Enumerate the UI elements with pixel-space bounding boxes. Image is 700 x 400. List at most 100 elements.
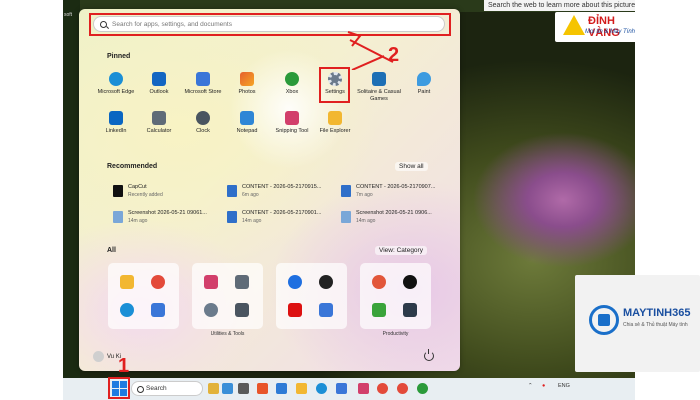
- item-title: CONTENT - 2026-05-2170907...: [356, 184, 436, 190]
- item-title: CONTENT - 2026-05-2170915...: [242, 184, 322, 190]
- app-label: Photos: [238, 89, 256, 95]
- apps-icon: [403, 303, 417, 317]
- recommended-item[interactable]: CONTENT - 2026-05-2170901... 14m ago: [227, 209, 337, 229]
- pinned-app-file-explorer[interactable]: File Explorer: [312, 111, 358, 135]
- logo-tagline: Mọi tin & Máy Tính: [585, 29, 636, 35]
- folder-label: Productivity: [382, 331, 409, 337]
- notepad-icon: [240, 111, 254, 125]
- recommended-item[interactable]: CapCut Recently added: [113, 183, 223, 203]
- app-label: Clock: [196, 128, 210, 134]
- app-label: Paint: [417, 89, 431, 95]
- start-menu: Search for apps, settings, and documents…: [79, 9, 460, 371]
- tray-chevron-icon[interactable]: ⌃: [528, 383, 533, 389]
- pinned-app-clock[interactable]: Clock: [180, 111, 226, 135]
- tiktok-icon: [403, 275, 417, 289]
- item-title: Screenshot 2026-05-21 0906...: [356, 210, 432, 216]
- item-title: Screenshot 2026-05-21 09061...: [128, 210, 207, 216]
- outlook-icon: [152, 72, 166, 86]
- item-subtitle: 14m ago: [242, 218, 262, 224]
- pinned-heading: Pinned: [107, 53, 131, 60]
- apps-icon: [235, 303, 249, 317]
- app-category-folder[interactable]: [276, 263, 347, 329]
- pinned-app-photos[interactable]: Photos: [224, 72, 270, 96]
- pdf-icon: [288, 303, 302, 317]
- calculator-icon: [152, 111, 166, 125]
- logo-tagline: Chia sẻ & Thủ thuật Máy tính: [623, 322, 688, 328]
- item-subtitle: Recently added: [128, 192, 163, 198]
- clock-icon: [196, 111, 210, 125]
- item-subtitle: 6m ago: [242, 192, 259, 198]
- taskbar-app-icon[interactable]: [222, 383, 233, 394]
- media-icon: [372, 275, 386, 289]
- taskbar-chrome-icon[interactable]: [377, 383, 388, 394]
- pinned-app-store[interactable]: Microsoft Store: [180, 72, 226, 96]
- app-label: Outlook: [149, 89, 169, 95]
- app-label: Xbox: [285, 89, 299, 95]
- avatar[interactable]: [93, 351, 104, 362]
- power-icon[interactable]: [424, 349, 434, 361]
- edge-icon: [109, 72, 123, 86]
- maytinh365-logo: MAYTINH365 Chia sẻ & Thủ thuật Máy tính: [575, 275, 700, 372]
- app-category-folder[interactable]: Productivity: [360, 263, 431, 337]
- pinned-app-solitaire[interactable]: Solitaire & Casual Games: [356, 72, 402, 103]
- pinned-app-snipping[interactable]: Snipping Tool: [269, 111, 315, 135]
- taskbar-search[interactable]: Search: [131, 381, 203, 396]
- gear-icon: [204, 303, 218, 317]
- taskbar-app-icon[interactable]: [417, 383, 428, 394]
- recommended-item[interactable]: CONTENT - 2026-05-2170915... 6m ago: [227, 183, 337, 203]
- taskbar-app-icon[interactable]: [358, 383, 369, 394]
- xbox-icon: [285, 72, 299, 86]
- edge-icon: [120, 303, 134, 317]
- app-label: Calculator: [146, 128, 172, 134]
- app-label: Snipping Tool: [275, 128, 309, 134]
- desktop-left-edge: [63, 0, 80, 380]
- pinned-app-calculator[interactable]: Calculator: [136, 111, 182, 135]
- app-category-folder[interactable]: [108, 263, 179, 329]
- show-all-button[interactable]: Show all: [395, 162, 428, 171]
- app-label: LinkedIn: [105, 128, 127, 134]
- tray-language[interactable]: ENG: [558, 383, 570, 389]
- pinned-app-outlook[interactable]: Outlook: [136, 72, 182, 96]
- tray-app-icon[interactable]: ●: [542, 383, 545, 389]
- calculator-icon: [235, 275, 249, 289]
- pinned-app-xbox[interactable]: Xbox: [269, 72, 315, 96]
- item-subtitle: 14m ago: [356, 218, 376, 224]
- recommended-item[interactable]: Screenshot 2026-05-21 0906... 14m ago: [341, 209, 451, 229]
- taskbar-task-view-icon[interactable]: [238, 383, 249, 394]
- store-icon: [196, 72, 210, 86]
- view-category-dropdown[interactable]: View: Category: [375, 246, 427, 255]
- taskbar-widget-icon[interactable]: [208, 383, 219, 394]
- pinned-app-linkedin[interactable]: LinkedIn: [93, 111, 139, 135]
- taskbar-chrome-icon[interactable]: [397, 383, 408, 394]
- pinned-app-notepad[interactable]: Notepad: [224, 111, 270, 135]
- pinned-app-paint[interactable]: Paint: [401, 72, 447, 96]
- taskbar-edge-icon[interactable]: [316, 383, 327, 394]
- document-icon: [341, 185, 351, 197]
- start-button[interactable]: [111, 380, 127, 396]
- app-label: File Explorer: [319, 128, 351, 134]
- taskbar-app-icon[interactable]: [276, 383, 287, 394]
- logo-triangle-icon: [563, 15, 585, 35]
- pinned-app-edge[interactable]: Microsoft Edge: [93, 72, 139, 96]
- app-category-folder[interactable]: Utilities & Tools: [192, 263, 263, 337]
- all-apps-heading: All: [107, 247, 116, 254]
- item-title: CapCut: [128, 184, 147, 190]
- step-number-1: 1: [118, 355, 130, 377]
- visual-search-tooltip[interactable]: Search the web to learn more about this …: [484, 0, 635, 11]
- photos-icon: [240, 72, 254, 86]
- logo-globe-icon: [589, 305, 619, 335]
- taskbar-store-icon[interactable]: [336, 383, 347, 394]
- zalo-icon: [288, 275, 302, 289]
- folder-label: Utilities & Tools: [210, 331, 245, 337]
- camera-icon: [319, 275, 333, 289]
- dinh-vang-logo: ĐỈNH VÀNG Mọi tin & Máy Tính: [555, 12, 640, 42]
- snipping-icon: [285, 111, 299, 125]
- folder-icon: [328, 111, 342, 125]
- app-label: Microsoft Edge: [97, 89, 135, 95]
- recommended-item[interactable]: CONTENT - 2026-05-2170907... 7m ago: [341, 183, 451, 203]
- taskbar-app-icon[interactable]: [257, 383, 268, 394]
- recommended-item[interactable]: Screenshot 2026-05-21 09061... 14m ago: [113, 209, 223, 229]
- solitaire-icon: [372, 72, 386, 86]
- taskbar-file-explorer-icon[interactable]: [296, 383, 307, 394]
- paint-icon: [417, 72, 431, 86]
